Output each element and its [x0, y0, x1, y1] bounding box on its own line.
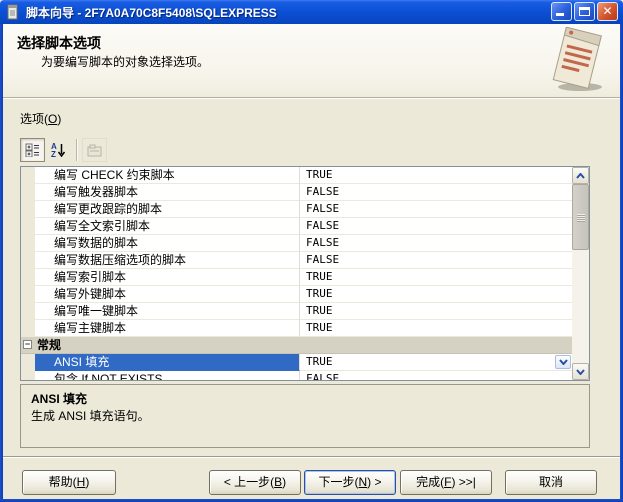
- grid-row[interactable]: 包含 If NOT EXISTSFALSE: [21, 371, 572, 380]
- option-name-cell[interactable]: 编写触发器脚本: [35, 184, 300, 201]
- row-margin-cell: [21, 286, 35, 303]
- close-icon: ✕: [598, 3, 617, 20]
- grid-row[interactable]: 编写更改跟踪的脚本FALSE: [21, 201, 572, 218]
- alphabetical-sort-button[interactable]: A Z: [45, 138, 70, 162]
- option-name-cell[interactable]: 编写更改跟踪的脚本: [35, 201, 300, 218]
- finish-button[interactable]: 完成(F) >>|: [400, 470, 492, 495]
- row-margin-cell: [21, 218, 35, 235]
- description-panel: ANSI 填充 生成 ANSI 填充语句。: [20, 384, 590, 448]
- categorized-icon: [25, 143, 41, 157]
- minimize-icon: [556, 13, 564, 16]
- maximize-button[interactable]: [574, 2, 595, 21]
- grid-row[interactable]: 编写 CHECK 约束脚本TRUE: [21, 167, 572, 184]
- script-wizard-dialog: 脚本向导 - 2F7A0A70C8F5408\SQLEXPRESS ✕ 选择脚本…: [0, 0, 623, 502]
- script-scroll-icon: [548, 27, 608, 93]
- page-subtitle: 为要编写脚本的对象选择选项。: [41, 53, 209, 70]
- description-title: ANSI 填充: [31, 390, 87, 407]
- row-margin-cell: [21, 252, 35, 269]
- alphabetical-sort-icon: A Z: [50, 142, 66, 158]
- option-value-cell[interactable]: TRUE: [300, 286, 572, 303]
- row-margin-cell: [21, 269, 35, 286]
- help-button[interactable]: 帮助(H): [22, 470, 116, 495]
- scroll-up-button[interactable]: [572, 167, 589, 184]
- back-button[interactable]: < 上一步(B): [209, 470, 301, 495]
- row-margin-cell: [21, 354, 35, 371]
- wizard-header: 选择脚本选项 为要编写脚本的对象选择选项。: [3, 24, 620, 98]
- option-name-cell[interactable]: 编写主键脚本: [35, 320, 300, 337]
- grid-row[interactable]: 编写数据的脚本FALSE: [21, 235, 572, 252]
- option-value-cell[interactable]: FALSE: [300, 252, 572, 269]
- option-name-cell[interactable]: 包含 If NOT EXISTS: [35, 371, 300, 380]
- option-name-cell[interactable]: 编写外键脚本: [35, 286, 300, 303]
- option-value-cell[interactable]: FALSE: [300, 235, 572, 252]
- option-name-cell[interactable]: ANSI 填充: [35, 354, 300, 371]
- option-value-cell[interactable]: FALSE: [300, 371, 572, 380]
- maximize-icon: [579, 7, 590, 16]
- options-label: 选项(O): [20, 110, 61, 127]
- property-pages-button[interactable]: [82, 138, 107, 162]
- grid-rows: 编写 CHECK 约束脚本TRUE编写触发器脚本FALSE编写更改跟踪的脚本FA…: [21, 167, 572, 380]
- option-value-cell[interactable]: TRUE: [300, 354, 572, 371]
- row-margin-cell: [21, 303, 35, 320]
- footer-divider: [3, 456, 620, 458]
- minus-box-icon[interactable]: −: [23, 340, 32, 349]
- option-value-cell[interactable]: TRUE: [300, 269, 572, 286]
- categorized-button[interactable]: [20, 138, 45, 162]
- option-value-cell[interactable]: FALSE: [300, 201, 572, 218]
- row-margin-cell: [21, 371, 35, 380]
- property-pages-icon: [87, 144, 103, 157]
- grid-row[interactable]: 编写主键脚本TRUE: [21, 320, 572, 337]
- option-name-cell[interactable]: 编写数据的脚本: [35, 235, 300, 252]
- option-name-cell[interactable]: 编写全文索引脚本: [35, 218, 300, 235]
- option-name-cell[interactable]: 编写唯一键脚本: [35, 303, 300, 320]
- option-value-cell[interactable]: TRUE: [300, 303, 572, 320]
- grid-row[interactable]: 编写唯一键脚本TRUE: [21, 303, 572, 320]
- options-property-grid: 编写 CHECK 约束脚本TRUE编写触发器脚本FALSE编写更改跟踪的脚本FA…: [20, 166, 590, 381]
- property-grid-toolbar: A Z: [20, 138, 107, 164]
- grid-row[interactable]: 编写触发器脚本FALSE: [21, 184, 572, 201]
- scrollbar-thumb[interactable]: [572, 184, 589, 250]
- toolbar-separator: [76, 139, 78, 161]
- option-name-cell[interactable]: 编写索引脚本: [35, 269, 300, 286]
- svg-text:Z: Z: [51, 150, 56, 158]
- grid-row[interactable]: 编写外键脚本TRUE: [21, 286, 572, 303]
- option-value-cell[interactable]: FALSE: [300, 184, 572, 201]
- option-name-cell[interactable]: 编写 CHECK 约束脚本: [35, 167, 300, 184]
- row-margin-cell: [21, 201, 35, 218]
- chevron-up-icon: [576, 173, 585, 179]
- chevron-down-icon: [559, 359, 568, 365]
- option-value-cell[interactable]: TRUE: [300, 167, 572, 184]
- window-border-left: [0, 24, 3, 502]
- scroll-down-button[interactable]: [572, 363, 589, 380]
- description-text: 生成 ANSI 填充语句。: [31, 407, 150, 424]
- titlebar[interactable]: 脚本向导 - 2F7A0A70C8F5408\SQLEXPRESS ✕: [0, 0, 623, 24]
- grid-category-row[interactable]: −常规: [21, 337, 572, 354]
- window-title: 脚本向导 - 2F7A0A70C8F5408\SQLEXPRESS: [26, 4, 277, 21]
- wizard-app-icon: [5, 4, 21, 20]
- grid-row[interactable]: 编写索引脚本TRUE: [21, 269, 572, 286]
- scrollbar-grip: [577, 214, 585, 222]
- option-value-cell[interactable]: FALSE: [300, 218, 572, 235]
- vertical-scrollbar[interactable]: [572, 167, 589, 380]
- grid-row[interactable]: ANSI 填充TRUE: [21, 354, 572, 371]
- category-label: 常规: [37, 338, 61, 352]
- row-margin-cell: [21, 167, 35, 184]
- value-dropdown-button[interactable]: [555, 355, 571, 369]
- close-button[interactable]: ✕: [597, 2, 618, 21]
- page-title: 选择脚本选项: [17, 33, 101, 53]
- cancel-button[interactable]: 取消: [505, 470, 597, 495]
- grid-row[interactable]: 编写数据压缩选项的脚本FALSE: [21, 252, 572, 269]
- grid-row[interactable]: 编写全文索引脚本FALSE: [21, 218, 572, 235]
- chevron-down-icon: [576, 369, 585, 375]
- row-margin-cell: [21, 184, 35, 201]
- row-margin-cell: [21, 235, 35, 252]
- row-margin-cell: [21, 320, 35, 337]
- header-divider: [3, 97, 620, 99]
- option-name-cell[interactable]: 编写数据压缩选项的脚本: [35, 252, 300, 269]
- minimize-button[interactable]: [551, 2, 572, 21]
- next-button[interactable]: 下一步(N) >: [304, 470, 396, 495]
- option-value-cell[interactable]: TRUE: [300, 320, 572, 337]
